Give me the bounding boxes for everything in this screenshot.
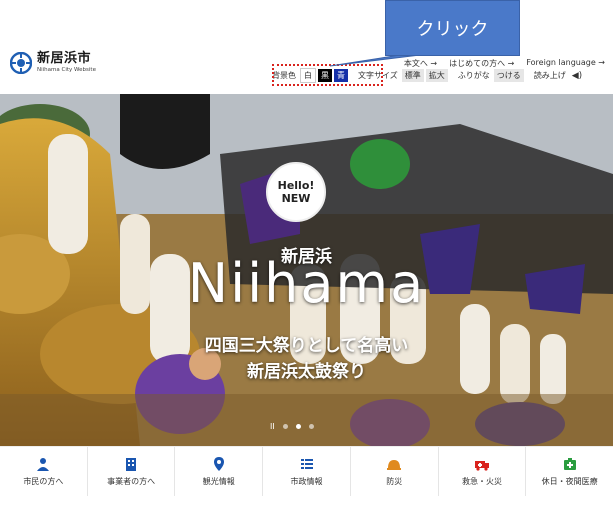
highlight-annotation-box [272,64,383,86]
ambulance-icon [474,460,489,471]
nav-citizens[interactable]: 市民の方へ [0,447,88,496]
list-icon [300,458,313,469]
category-nav: 市民の方へ 事業者の方へ 観光情報 市政情報 防災 救急・火災 休日・夜間医療 [0,446,613,496]
nav-label: 市政情報 [290,476,323,486]
nav-label: 市民の方へ [23,476,64,486]
medical-icon [563,457,576,470]
furigana-on-button[interactable]: つける [493,69,524,82]
nav-disaster-prevention[interactable]: 防災 [351,447,439,496]
click-callout: クリック [385,0,520,56]
helmet-icon [387,459,402,470]
badge-line1: Hello! [277,179,315,192]
hero-subtitle-1: 四国三大祭りとして名高い [204,336,409,356]
nav-label: 事業者の方へ [107,476,156,486]
nav-label: 休日・夜間医療 [541,476,598,486]
read-aloud-label[interactable]: 読み上げ [534,70,566,81]
font-large-button[interactable]: 拡大 [425,69,448,82]
hero-banner: Hello! NEW 新居浜 Niihama 四国三大祭りとして名高い 新居浜太… [0,94,613,446]
person-icon [37,457,50,471]
nav-city-admin[interactable]: 市政情報 [263,447,351,496]
nav-label: 防災 [386,476,403,486]
nav-label: 観光情報 [202,476,235,486]
badge-line2: NEW [281,192,311,205]
slide-dot[interactable] [308,424,314,429]
nav-emergency-fire[interactable]: 救急・火災 [439,447,527,496]
hero-title: Niihama [187,252,426,315]
slide-dot[interactable] [282,424,288,429]
nav-label: 救急・火災 [461,476,502,486]
slide-dot-active[interactable] [295,424,301,429]
site-header: 新居浜市 Niihama City Website 本文へ → はじめての方へ … [0,0,613,94]
logo-title: 新居浜市 [37,51,92,66]
logo-subtitle: Niihama City Website [37,67,96,73]
pause-icon[interactable]: II [270,422,275,431]
hero-subtitle-2: 新居浜太鼓祭り [247,362,366,382]
speaker-icon[interactable]: ◀) [572,71,582,81]
site-logo[interactable]: 新居浜市 Niihama City Website [10,52,96,74]
font-normal-button[interactable]: 標準 [401,69,424,82]
map-pin-icon [213,456,224,471]
furigana-label: ふりがな [457,71,490,80]
nav-tourism[interactable]: 観光情報 [175,447,264,496]
city-emblem-icon [10,52,32,74]
building-icon [126,457,137,471]
slide-indicators: II [270,422,322,431]
page-bottom-space [0,496,613,516]
nav-business[interactable]: 事業者の方へ [88,447,176,496]
nav-holiday-night-medical[interactable]: 休日・夜間医療 [526,447,613,496]
hello-new-badge: Hello! NEW [266,162,326,222]
